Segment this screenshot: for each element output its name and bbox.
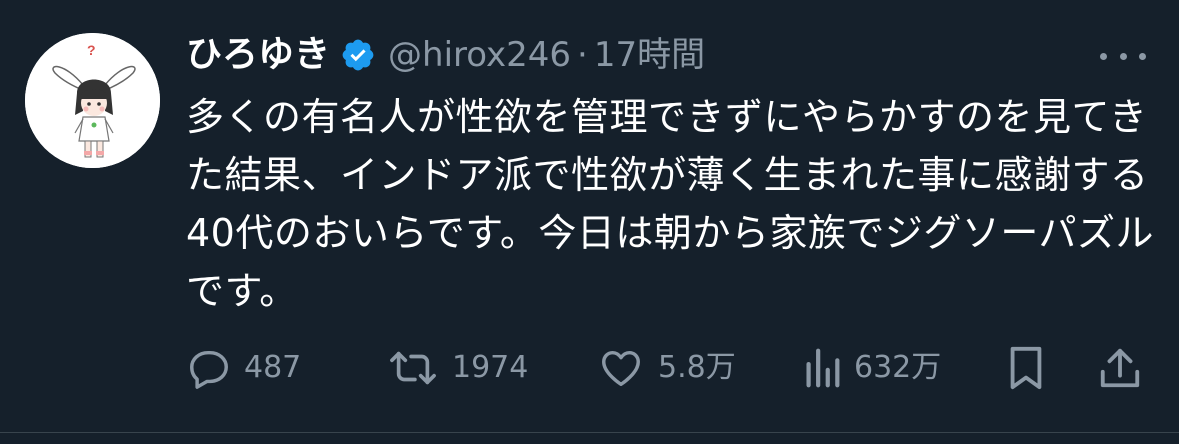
reply-count: 487 — [244, 350, 302, 385]
more-dots-icon[interactable] — [1100, 46, 1146, 66]
bookmark-button[interactable] — [1006, 340, 1046, 396]
share-upload-icon — [1100, 348, 1140, 388]
like-count: 5.8万 — [658, 350, 736, 385]
tweet-card[interactable]: ? ひろゆき @hirox246 · 17時間 多くの有名人が性欲を管理できずに… — [0, 0, 1179, 444]
bar-chart-icon — [806, 348, 840, 388]
reply-button[interactable]: 487 — [186, 340, 301, 396]
display-name[interactable]: ひろゆき — [186, 30, 330, 80]
separator-dot: · — [577, 35, 588, 75]
action-bar: 487 1974 5.8万 632万 — [186, 340, 1146, 396]
bookmark-icon — [1010, 346, 1042, 390]
heart-icon — [602, 350, 640, 387]
retweet-count: 1974 — [452, 350, 529, 385]
view-count: 632万 — [854, 350, 942, 385]
timestamp[interactable]: 17時間 — [594, 30, 705, 80]
user-handle[interactable]: @hirox246 — [388, 30, 571, 80]
like-button[interactable]: 5.8万 — [596, 340, 736, 396]
tweet-header: ひろゆき @hirox246 · 17時間 — [186, 30, 705, 80]
retweet-arrows-icon — [390, 351, 436, 385]
divider — [0, 432, 1179, 433]
share-button[interactable] — [1098, 340, 1142, 396]
tweet-text: 多くの有名人が性欲を管理できずにやらかすのを見てきた結果、インドア派で性欲が薄く… — [186, 95, 1155, 313]
views-button[interactable]: 632万 — [802, 340, 941, 396]
avatar[interactable]: ? — [25, 33, 160, 168]
verified-badge-icon[interactable] — [340, 37, 376, 73]
retweet-button[interactable]: 1974 — [386, 340, 528, 396]
svg-text:?: ? — [87, 42, 96, 58]
avatar-illustration: ? — [25, 33, 160, 168]
speech-bubble-icon — [190, 350, 228, 389]
